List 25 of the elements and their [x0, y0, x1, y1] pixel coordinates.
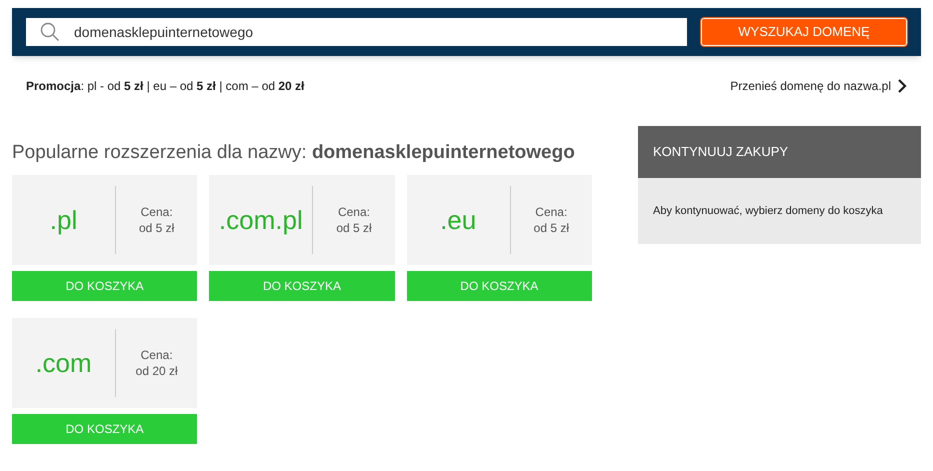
domain-extension: .eu: [440, 204, 476, 236]
add-to-cart-button[interactable]: DO KOSZYKA: [12, 271, 198, 301]
domain-extension: .pl: [50, 204, 78, 236]
add-to-cart-button[interactable]: DO KOSZYKA: [12, 414, 198, 444]
price-label: Cena:: [535, 204, 568, 220]
cart-message: Aby kontynuować, wybierz domeny do koszyka: [652, 204, 883, 219]
search-field[interactable]: domenasklepuinternetowego: [26, 18, 687, 46]
price-value: od 5 zł: [534, 220, 569, 236]
add-to-cart-button[interactable]: DO KOSZYKA: [209, 271, 395, 301]
transfer-link[interactable]: Przenieś domenę do nazwa.pl: [730, 77, 891, 95]
price-label: Cena:: [338, 204, 370, 220]
chevron-right-icon: [897, 79, 907, 93]
cart-title: KONTYNUUJ ZAKUPY: [652, 143, 788, 162]
domain-extension: .com.pl: [218, 204, 303, 236]
price-label: Cena:: [140, 204, 173, 220]
price-label: Cena:: [140, 347, 173, 363]
search-icon: [40, 22, 60, 42]
section-heading: Popularne rozszerzenia dla nazwy: domenasklepuinternetowego: [12, 141, 575, 165]
price-value: od 5 zł: [336, 220, 372, 236]
add-to-cart-button[interactable]: DO KOSZYKA: [406, 271, 592, 301]
search-button[interactable]: WYSZUKAJ DOMENĘ: [701, 18, 907, 46]
price-value: od 5 zł: [138, 220, 174, 236]
price-value: od 20 zł: [136, 363, 178, 379]
promo-text: Promocja: pl - od 5 zł | eu – od 5 zł | com – od 20 zł: [26, 78, 304, 95]
domain-extension: .com: [35, 346, 92, 380]
